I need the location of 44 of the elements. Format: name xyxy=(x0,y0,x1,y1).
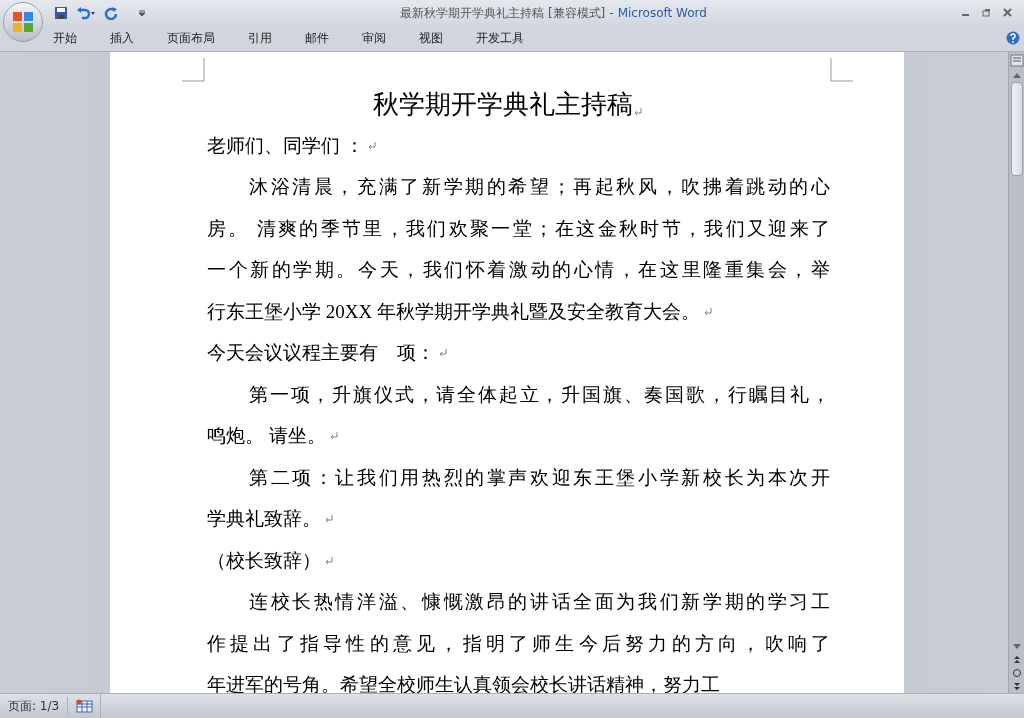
body-text-line: 今天会议议程主要有 项： xyxy=(207,341,435,365)
paragraph-mark-icon xyxy=(633,108,642,116)
scroll-down-icon[interactable] xyxy=(1011,643,1022,651)
help-icon[interactable] xyxy=(1006,31,1020,45)
ribbon-tab[interactable]: 开发工具 xyxy=(469,27,531,49)
body-text-line: 第二项：让我们用热烈的掌声欢迎东王堡小学新校长为本次开 xyxy=(249,465,830,490)
window-title: 最新秋学期开学典礼主持稿 [兼容模式] xyxy=(400,4,606,22)
undo-icon[interactable] xyxy=(76,5,96,20)
ribbon-tab[interactable]: 审阅 xyxy=(355,27,393,49)
body-text-line: 连校长热情洋溢、慷慨激昂的讲话全面为我们新学期的学习工 xyxy=(249,590,830,614)
office-logo-icon xyxy=(11,10,35,34)
body-text-line: 沐浴清晨，充满了新学期的希望；再起秋风，吹拂着跳动的心 xyxy=(249,175,830,199)
ribbon-tab[interactable]: 视图 xyxy=(412,27,450,49)
ruler-toggle-icon[interactable] xyxy=(1009,54,1024,67)
close-icon[interactable] xyxy=(1003,8,1012,17)
redo-icon[interactable] xyxy=(104,5,118,20)
save-icon[interactable] xyxy=(54,5,68,20)
body-text-line: 学典礼致辞。 xyxy=(207,507,321,531)
browse-object-icon[interactable] xyxy=(1011,668,1022,678)
office-button[interactable] xyxy=(3,2,43,42)
margin-corner-icon xyxy=(182,58,205,82)
body-text-line: 第一项，升旗仪式，请全体起立，升国旗、奏国歌，行瞩目礼， xyxy=(249,382,830,407)
ribbon-tab[interactable]: 邮件 xyxy=(298,27,336,49)
body-text-line: 一个新的学期。今天，我们怀着激动的心情，在这里隆重集会，举 xyxy=(207,258,830,282)
title-separator: - xyxy=(609,4,614,22)
scroll-up-icon[interactable] xyxy=(1011,71,1022,79)
app-name: Microsoft Word xyxy=(617,4,707,22)
scrollbar-thumb[interactable] xyxy=(1010,82,1023,176)
customize-caret-icon[interactable] xyxy=(138,8,146,17)
restore-icon[interactable] xyxy=(982,8,991,17)
body-text-line: 鸣炮。 请坐。 xyxy=(207,424,326,448)
ribbon-tab[interactable]: 开始 xyxy=(46,27,84,49)
body-text-line: 作提出了指导性的意见，指明了师生今后努力的方向，吹响了 xyxy=(207,631,830,656)
ribbon-tab[interactable]: 插入 xyxy=(103,27,141,49)
ribbon-tab[interactable]: 引用 xyxy=(241,27,279,49)
ribbon-tab[interactable]: 页面布局 xyxy=(160,27,222,49)
body-text-line: （校长致辞） xyxy=(207,548,321,573)
spreadsheet-icon[interactable] xyxy=(75,699,94,713)
body-text-line: 行东王堡小学 20XX 年秋学期开学典礼暨及安全教育大会。 xyxy=(207,299,700,324)
body-text-line: 老师们、同学们 ： xyxy=(207,133,364,158)
margin-corner-icon xyxy=(830,58,853,82)
document-title: 秋学期开学典礼主持稿 xyxy=(372,89,633,121)
page-count[interactable]: 页面: 1/3 xyxy=(0,697,69,715)
body-text-line: 房。 清爽的季节里，我们欢聚一堂；在这金秋时节，我们又迎来了 xyxy=(207,216,830,241)
